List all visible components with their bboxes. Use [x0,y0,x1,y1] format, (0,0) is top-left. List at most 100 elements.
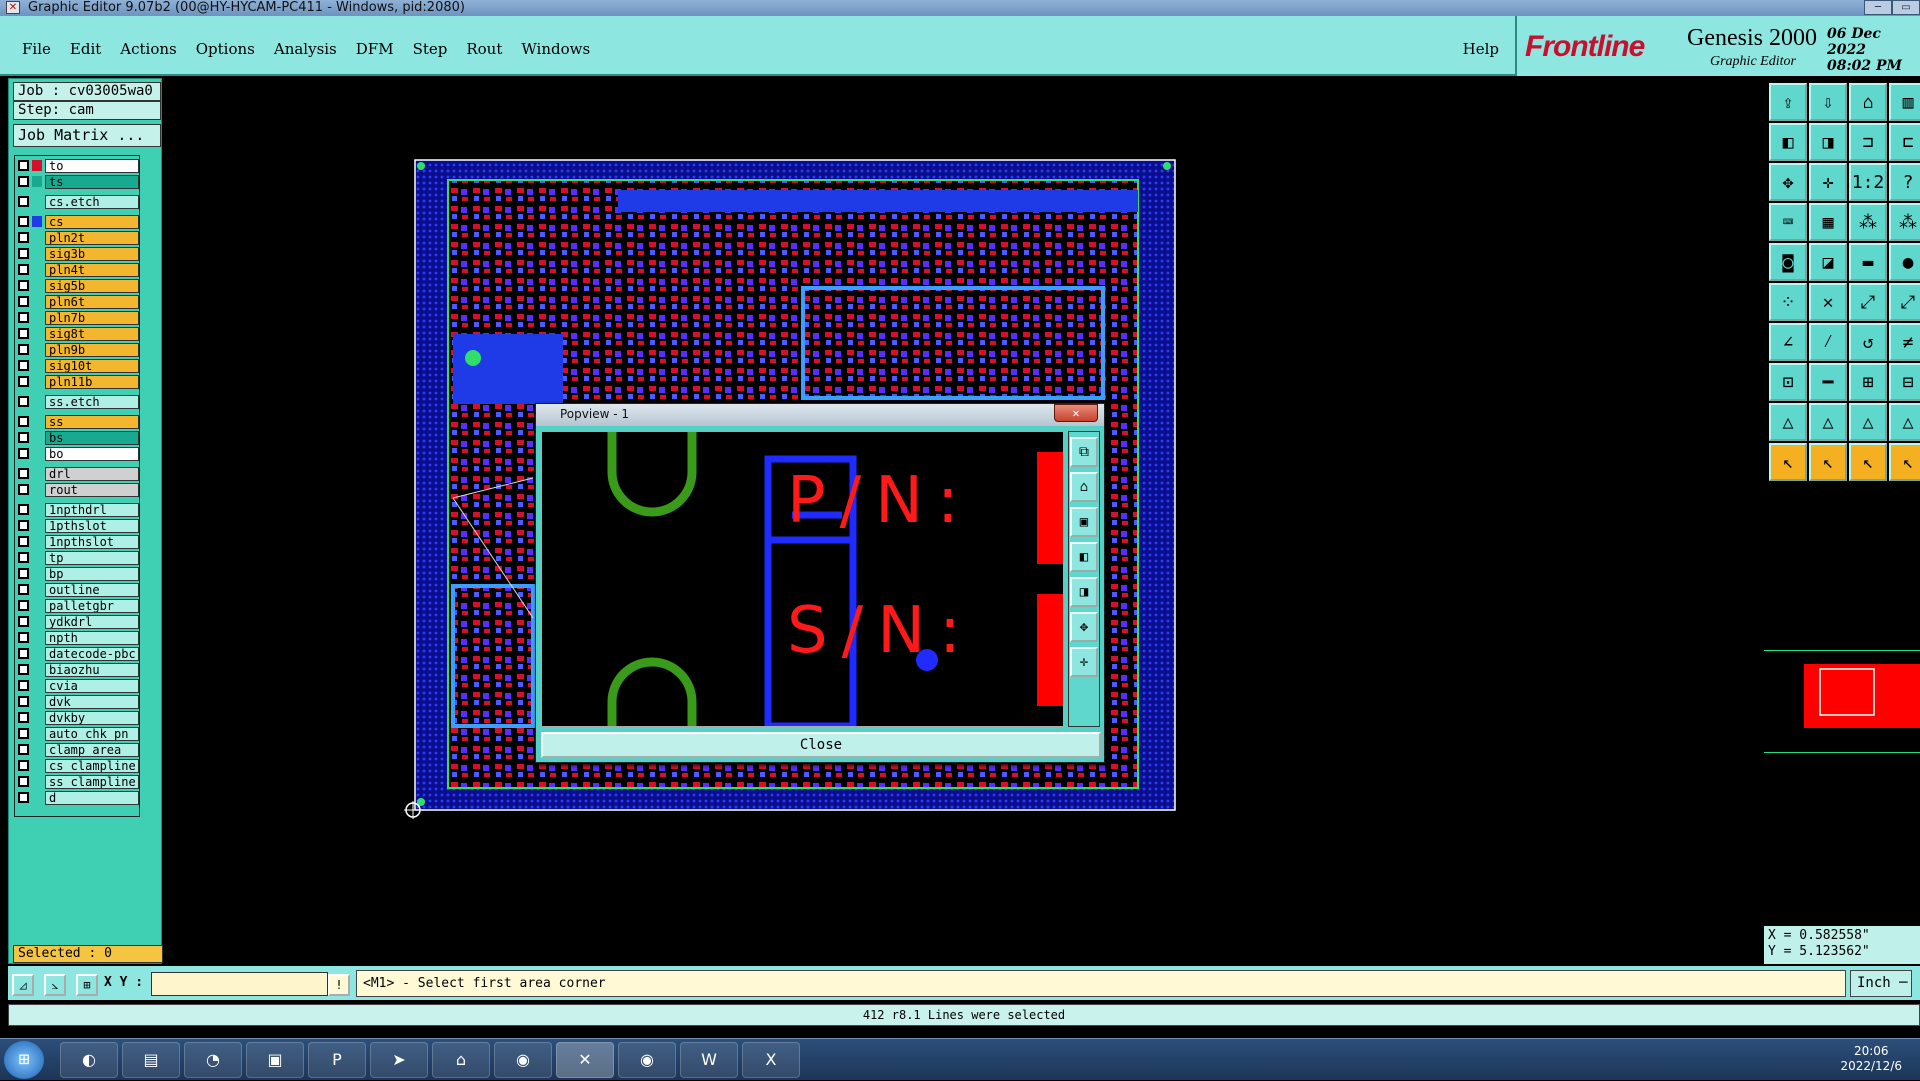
tool-button-24-icon[interactable]: ∠ [1769,323,1807,361]
tool-button-34-icon[interactable]: △ [1849,403,1887,441]
layer-name[interactable]: ss_clampline [45,774,139,789]
layer-row[interactable]: dvkby [15,710,139,725]
layer-name[interactable]: pln6t [45,294,139,309]
taskbar-disk-icon[interactable]: ▣ [246,1042,304,1078]
layer-row[interactable]: npth [15,630,139,645]
tool-button-10-icon[interactable]: 1:2 [1849,163,1887,201]
menu-edit[interactable]: Edit [70,40,101,58]
layer-name[interactable]: d [45,790,139,805]
layer-row[interactable]: pln9b [15,342,139,357]
tool-button-11-icon[interactable]: ? [1889,163,1920,201]
tool-button-30-icon[interactable]: ⊞ [1849,363,1887,401]
layer-row[interactable]: rout [15,482,139,497]
menu-rout[interactable]: Rout [466,40,502,58]
layer-name[interactable]: rout [45,482,139,497]
layer-checkbox[interactable] [18,328,29,339]
taskbar-eye2-icon[interactable]: ◉ [618,1042,676,1078]
layer-name[interactable]: cs.etch [45,194,139,209]
layer-name[interactable]: drl [45,466,139,481]
tool-button-31-icon[interactable]: ⊟ [1889,363,1920,401]
tool-button-26-icon[interactable]: ↺ [1849,323,1887,361]
layer-name[interactable]: bs [45,430,139,445]
tool-button-21-icon[interactable]: ✕ [1809,283,1847,321]
layer-checkbox[interactable] [18,792,29,803]
taskbar-excel-icon[interactable]: X [742,1042,800,1078]
layer-checkbox[interactable] [18,664,29,675]
layer-name[interactable]: biaozhu [45,662,139,677]
layer-row[interactable]: palletgbr [15,598,139,613]
layer-row[interactable]: sig10t [15,358,139,373]
layer-row[interactable]: pln6t [15,294,139,309]
menu-options[interactable]: Options [196,40,255,58]
layer-checkbox[interactable] [18,520,29,531]
tool-button-38-icon[interactable]: ↖ [1849,443,1887,481]
alert-icon[interactable]: ! [328,974,350,996]
tool-button-17-icon[interactable]: ◪ [1809,243,1847,281]
layer-name[interactable]: ydkdrl [45,614,139,629]
grid-icon[interactable]: ⊞ [76,974,98,996]
layer-name[interactable]: palletgbr [45,598,139,613]
tool-button-25-icon[interactable]: ⁄ [1809,323,1847,361]
layer-checkbox[interactable] [18,600,29,611]
xy-input[interactable] [151,972,328,996]
tool-button-36-icon[interactable]: ↖ [1769,443,1807,481]
tool-button-27-icon[interactable]: ≠ [1889,323,1920,361]
taskbar-p-icon[interactable]: P [308,1042,366,1078]
taskbar-notepad-icon[interactable]: ▤ [122,1042,180,1078]
tool-button-12-icon[interactable]: ⌨ [1769,203,1807,241]
tool-button-8-icon[interactable]: ✥ [1769,163,1807,201]
layer-checkbox[interactable] [18,728,29,739]
layer-name[interactable]: datecode-pbc [45,646,139,661]
layer-name[interactable]: sig5b [45,278,139,293]
tool-button-6-icon[interactable]: ⊐ [1849,123,1887,161]
tool-button-3-icon[interactable]: ▥ [1889,83,1920,121]
popview-close-button[interactable]: Close [541,732,1101,758]
layer-checkbox[interactable] [18,468,29,479]
minimize-button[interactable]: ─ [1864,0,1892,15]
layer-name[interactable]: sig8t [45,326,139,341]
layer-name[interactable]: auto_chk_pn [45,726,139,741]
layer-checkbox[interactable] [18,616,29,627]
layer-row[interactable]: to [15,158,139,173]
unit-selector[interactable]: Inch ─ [1850,970,1912,997]
layer-row[interactable]: outline [15,582,139,597]
layer-checkbox[interactable] [18,484,29,495]
minimap[interactable] [1764,650,1920,753]
center-icon[interactable]: ✛ [1070,647,1098,677]
layer-checkbox[interactable] [18,196,29,207]
layer-name[interactable]: pln7b [45,310,139,325]
layer-checkbox[interactable] [18,648,29,659]
layer-row[interactable]: pln7b [15,310,139,325]
layer-checkbox[interactable] [18,248,29,259]
layer-row[interactable]: ss_clampline [15,774,139,789]
taskbar-word-icon[interactable]: W [680,1042,738,1078]
layer-checkbox[interactable] [18,552,29,563]
snap-icon[interactable]: ◿ [12,974,34,996]
layer-name[interactable]: cs_clampline [45,758,139,773]
layer-checkbox[interactable] [18,632,29,643]
tool-button-16-icon[interactable]: ◙ [1769,243,1807,281]
layer-checkbox[interactable] [18,176,29,187]
taskbar-eye-icon[interactable]: ◉ [494,1042,552,1078]
layer-checkbox[interactable] [18,712,29,723]
layer-checkbox[interactable] [18,568,29,579]
layer-row[interactable]: ydkdrl [15,614,139,629]
start-button[interactable]: ⊞ [4,1041,44,1079]
menu-dfm[interactable]: DFM [356,40,394,58]
tool-button-29-icon[interactable]: ━ [1809,363,1847,401]
taskbar-genesis-icon[interactable]: ✕ [556,1042,614,1078]
menu-actions[interactable]: Actions [120,40,176,58]
tool-button-32-icon[interactable]: △ [1769,403,1807,441]
taskbar-arrow-icon[interactable]: ➤ [370,1042,428,1078]
zoom-home-icon[interactable]: ⌂ [1070,472,1098,502]
layer-checkbox[interactable] [18,264,29,275]
layer-row[interactable]: drl [15,466,139,481]
layer-name[interactable]: cs [45,214,139,229]
layer-checkbox[interactable] [18,396,29,407]
layer-checkbox[interactable] [18,312,29,323]
tool-button-35-icon[interactable]: △ [1889,403,1920,441]
layer-row[interactable]: auto_chk_pn [15,726,139,741]
layer-name[interactable]: cvia [45,678,139,693]
taskbar-pdf-icon[interactable]: ⌂ [432,1042,490,1078]
layer-name[interactable]: sig10t [45,358,139,373]
